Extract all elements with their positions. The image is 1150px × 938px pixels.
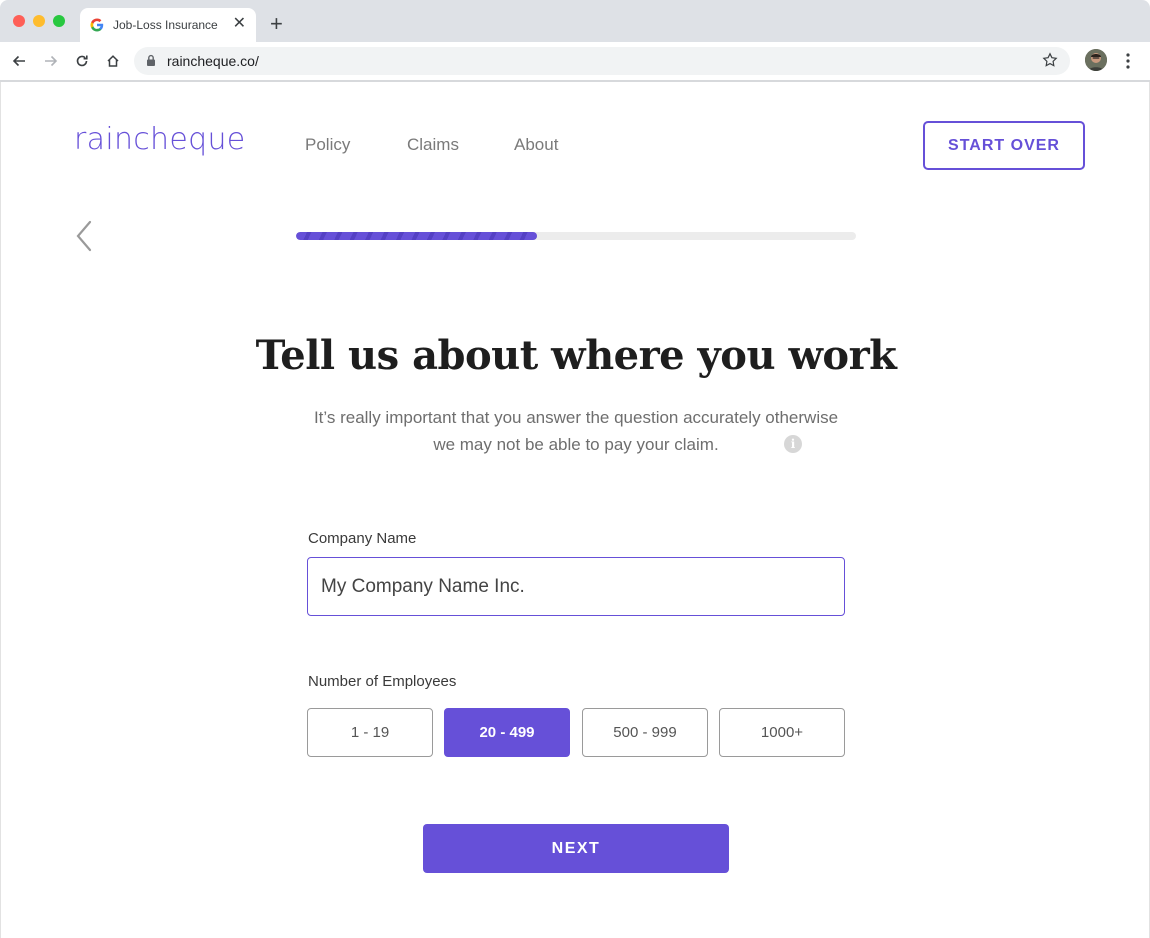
employee-option-1000-plus[interactable]: 1000+ <box>719 708 845 757</box>
google-favicon-icon <box>90 18 104 32</box>
url-text: raincheque.co/ <box>167 53 259 69</box>
minimize-window-button[interactable] <box>33 15 45 27</box>
reload-icon[interactable] <box>72 51 92 71</box>
address-bar[interactable]: raincheque.co/ <box>134 47 1070 75</box>
browser-menu-icon[interactable] <box>1120 51 1136 71</box>
employee-count-options: 1 - 19 20 - 499 500 - 999 1000+ <box>307 708 845 757</box>
browser-chrome: Job-Loss Insurance ✕ + raincheque.co/ <box>0 0 1150 82</box>
employee-option-1-19[interactable]: 1 - 19 <box>307 708 433 757</box>
home-icon[interactable] <box>103 51 123 71</box>
bookmark-star-icon[interactable] <box>1042 52 1058 68</box>
employees-label: Number of Employees <box>308 673 457 690</box>
page-title: Tell us about where you work <box>255 332 897 379</box>
progress-fill <box>296 232 537 240</box>
back-chevron-icon[interactable] <box>75 220 93 252</box>
start-over-button[interactable]: START OVER <box>923 121 1085 170</box>
page: raincheque Policy Claims About START OVE… <box>0 82 1150 938</box>
employee-option-500-999[interactable]: 500 - 999 <box>582 708 708 757</box>
nav-link-about[interactable]: About <box>514 135 558 155</box>
forward-arrow-icon[interactable] <box>41 51 61 71</box>
info-icon[interactable]: i <box>784 435 802 453</box>
close-tab-icon[interactable]: ✕ <box>233 15 246 33</box>
progress-bar <box>296 232 856 240</box>
maximize-window-button[interactable] <box>53 15 65 27</box>
company-name-input[interactable] <box>307 557 845 616</box>
raincheque-logo[interactable]: raincheque <box>74 122 246 157</box>
nav-link-claims[interactable]: Claims <box>407 135 459 155</box>
employee-option-20-499[interactable]: 20 - 499 <box>444 708 570 757</box>
next-button[interactable]: NEXT <box>423 824 729 873</box>
tab-title: Job-Loss Insurance <box>113 18 218 32</box>
lock-icon <box>147 54 155 66</box>
nav-link-policy[interactable]: Policy <box>305 135 350 155</box>
profile-avatar[interactable] <box>1085 49 1107 71</box>
close-window-button[interactable] <box>13 15 25 27</box>
browser-tab[interactable]: Job-Loss Insurance ✕ <box>80 8 256 42</box>
browser-toolbar: raincheque.co/ <box>0 42 1150 80</box>
company-name-label: Company Name <box>308 530 417 547</box>
page-subtitle: It’s really important that you answer th… <box>313 408 839 454</box>
new-tab-icon[interactable]: + <box>270 12 283 36</box>
back-arrow-icon[interactable] <box>9 51 29 71</box>
